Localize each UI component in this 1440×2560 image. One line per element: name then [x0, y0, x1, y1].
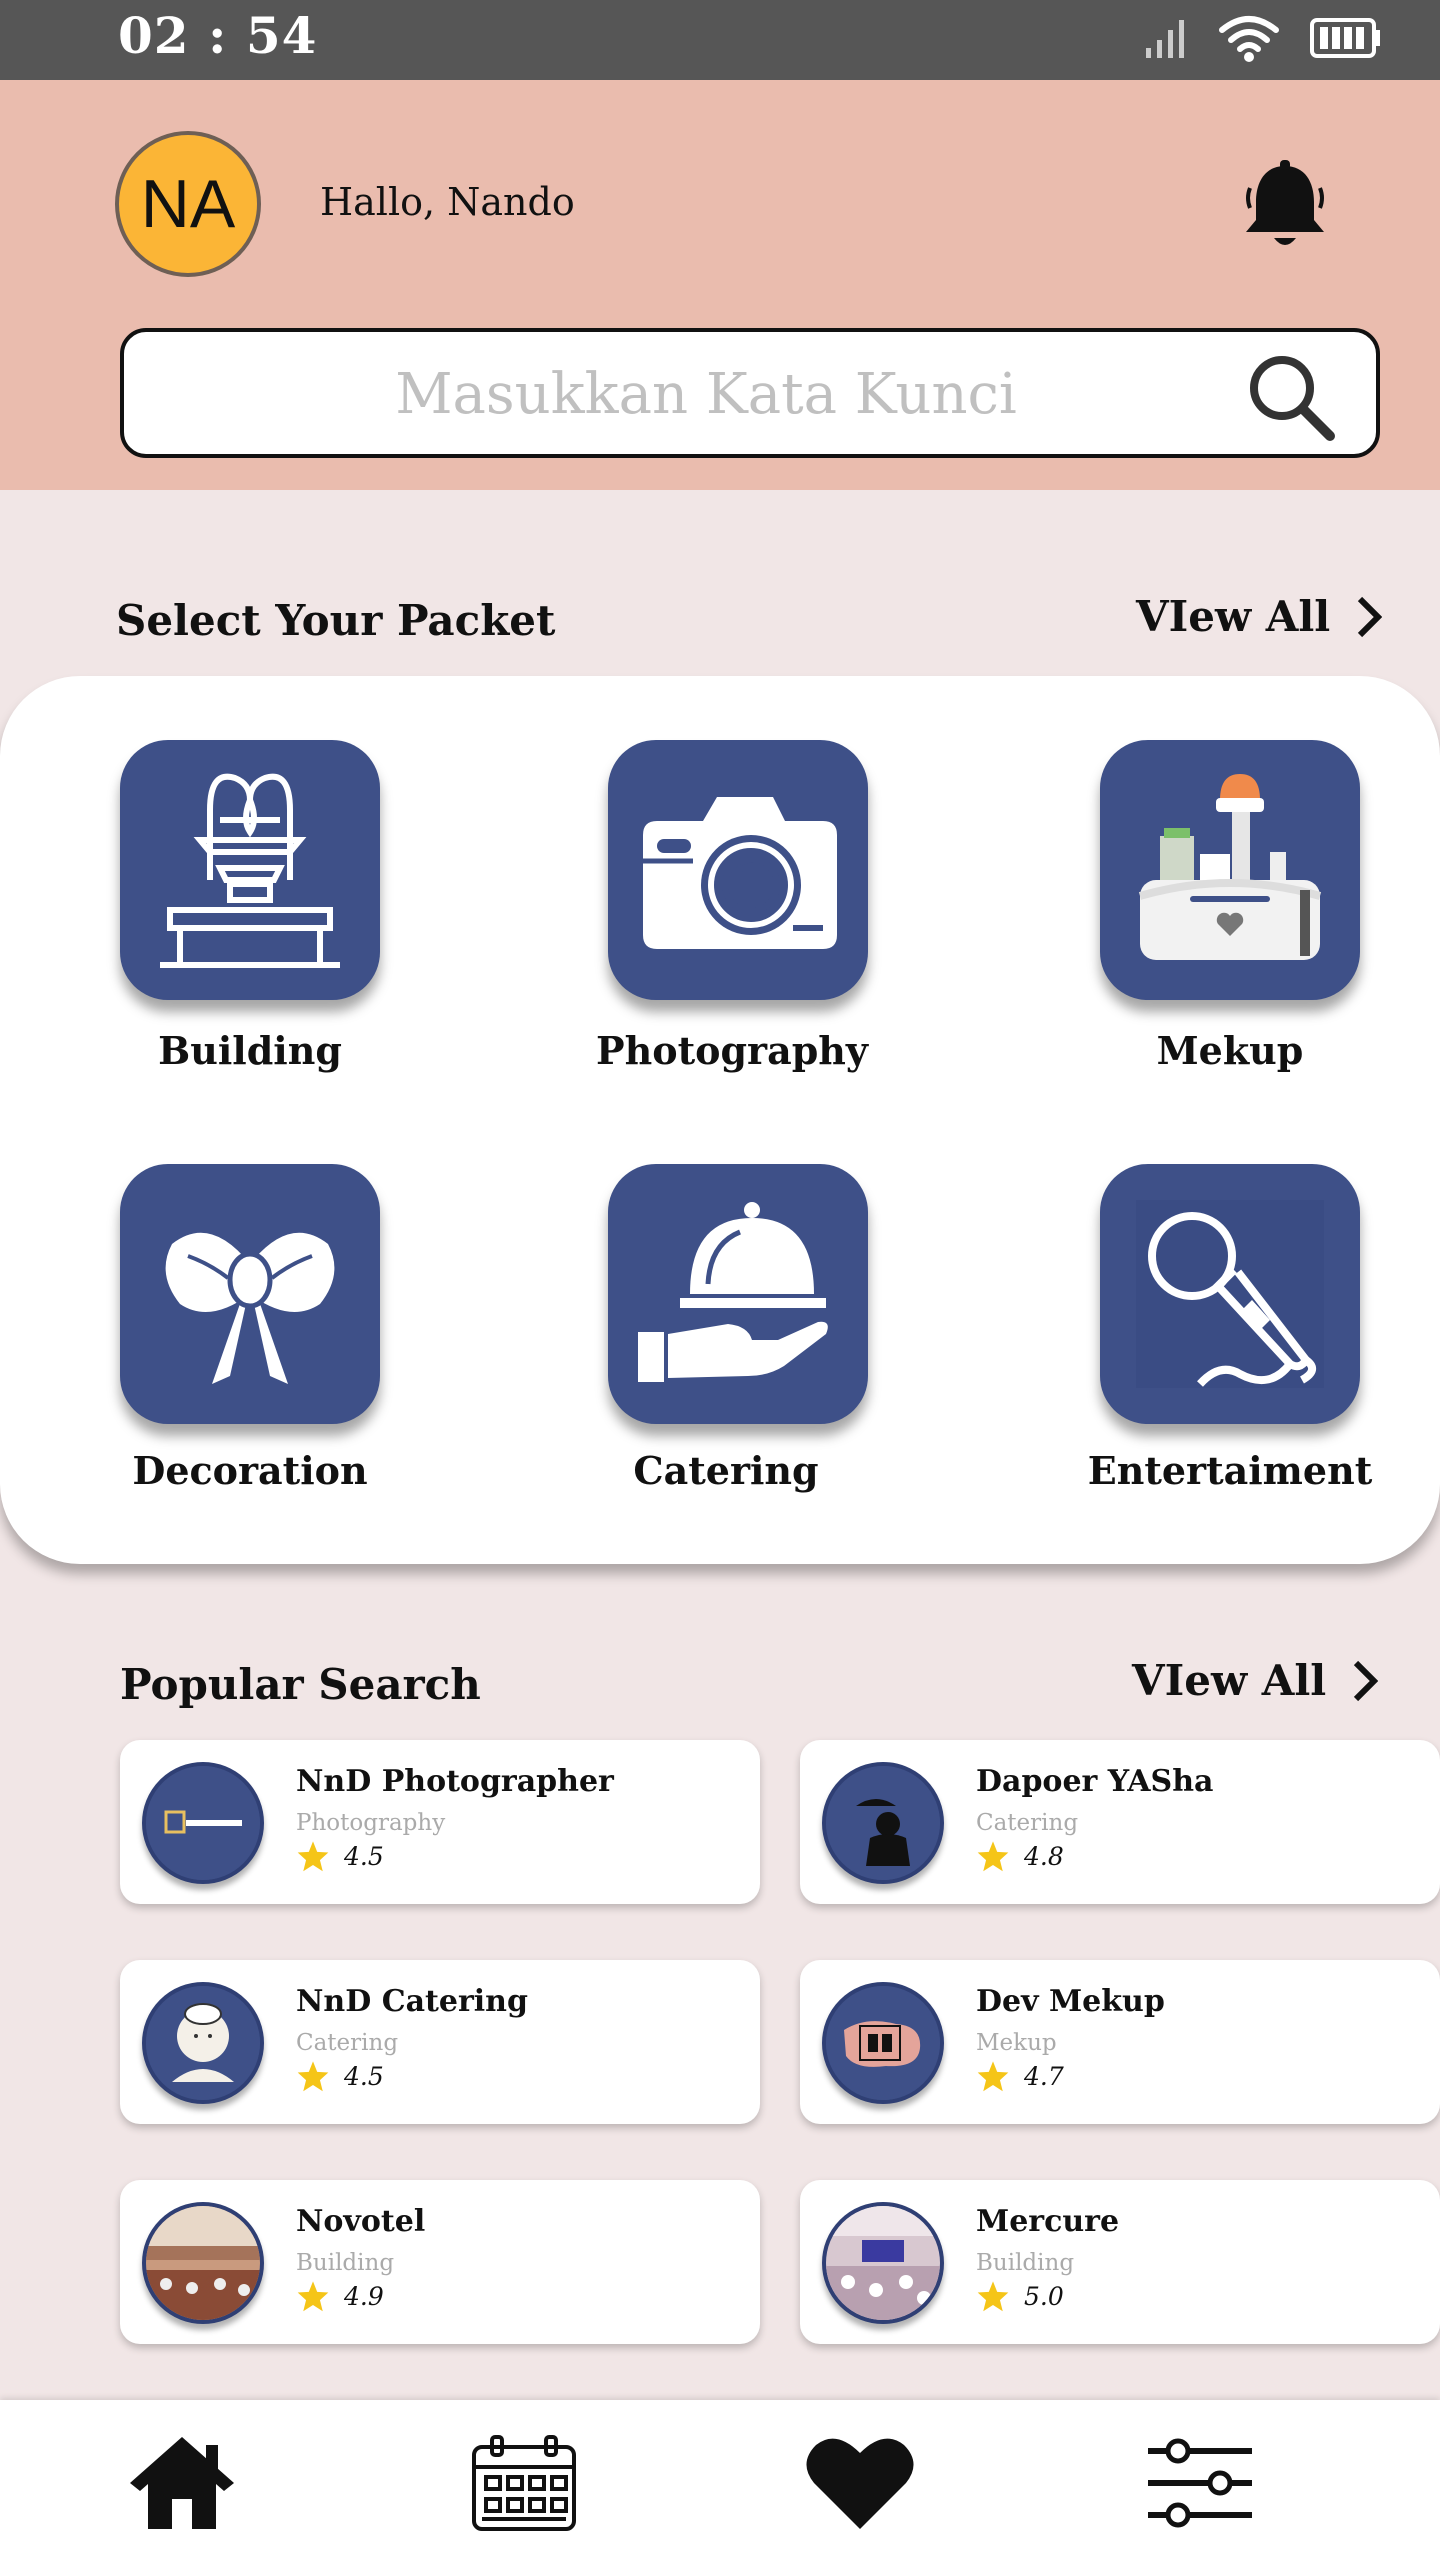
rating-value: 4.9 — [344, 2281, 384, 2311]
packets-view-all-link[interactable]: VIew All — [1136, 592, 1383, 641]
notification-bell-icon[interactable] — [1238, 158, 1332, 254]
vendor-name: Mercure — [976, 2204, 1120, 2239]
packet-entertaiment-button[interactable] — [1100, 1164, 1360, 1424]
nav-home-button[interactable] — [122, 2428, 242, 2538]
avatar[interactable]: NA — [115, 131, 261, 277]
rating-value: 4.7 — [1024, 2061, 1064, 2091]
serving-cloche-icon — [638, 1202, 828, 1382]
view-all-label: VIew All — [1132, 1656, 1327, 1705]
packets-section-title: Select Your Packet — [116, 596, 556, 645]
rating-value: 4.8 — [1024, 1841, 1064, 1871]
star-icon — [977, 1841, 1009, 1872]
nav-calendar-button[interactable] — [464, 2428, 584, 2538]
vendor-rating: 4.9 — [296, 2280, 384, 2312]
chevron-right-icon — [1354, 1660, 1379, 1701]
status-time: 02 : 54 — [118, 6, 318, 65]
camera-icon — [643, 797, 837, 949]
vendor-category: Photography — [296, 1810, 446, 1836]
packet-decoration-button[interactable] — [120, 1164, 380, 1424]
vendor-name: NnD Catering — [296, 1984, 528, 2019]
vendor-thumbnail — [142, 1762, 264, 1884]
popular-section-title: Popular Search — [120, 1660, 481, 1709]
packet-catering-label: Catering — [633, 1448, 819, 1493]
wifi-icon — [1219, 16, 1279, 62]
view-all-label: VIew All — [1136, 592, 1331, 641]
star-icon — [297, 1841, 329, 1872]
rating-value: 5.0 — [1024, 2281, 1064, 2311]
vendor-rating: 5.0 — [976, 2280, 1064, 2312]
packet-mekup-button[interactable] — [1100, 740, 1360, 1000]
settings-sliders-icon — [1148, 2438, 1252, 2528]
packet-photography-button[interactable] — [608, 740, 868, 1000]
status-bar: 02 : 54 — [0, 0, 1440, 80]
packet-catering-button[interactable] — [608, 1164, 868, 1424]
search-bar — [120, 328, 1380, 458]
heart-icon — [806, 2438, 914, 2529]
calendar-icon — [472, 2435, 576, 2531]
rating-value: 4.5 — [344, 2061, 384, 2091]
popular-item-novotel[interactable]: Novotel Building 4.9 — [120, 2180, 760, 2344]
microphone-icon — [1136, 1200, 1324, 1388]
vendor-thumbnail — [142, 1982, 264, 2104]
packet-building-label: Building — [158, 1028, 342, 1073]
vendor-category: Catering — [296, 2030, 399, 2056]
ribbon-bow-icon — [165, 1232, 335, 1384]
packet-building-button[interactable] — [120, 740, 380, 1000]
packet-decoration-label: Decoration — [132, 1448, 368, 1493]
vendor-name: Novotel — [296, 2204, 426, 2239]
star-icon — [977, 2281, 1009, 2312]
vendor-thumbnail — [142, 2202, 264, 2324]
status-icons — [1144, 14, 1382, 62]
packet-entertaiment-label: Entertaiment — [1087, 1448, 1373, 1493]
star-icon — [977, 2061, 1009, 2092]
popular-item-dapoer-yasha[interactable]: Dapoer YASha Catering 4.8 — [800, 1740, 1440, 1904]
vendor-category: Building — [296, 2250, 395, 2276]
popular-item-mercure[interactable]: Mercure Building 5.0 — [800, 2180, 1440, 2344]
vendor-name: Dev Mekup — [976, 1984, 1165, 2019]
vendor-category: Building — [976, 2250, 1075, 2276]
vendor-rating: 4.5 — [296, 2060, 384, 2092]
packet-card: Building Photography Mekup Decoration Ca… — [0, 676, 1440, 1564]
home-icon — [130, 2437, 234, 2529]
popular-item-nnd-photographer[interactable]: NnD Photographer Photography 4.5 — [120, 1740, 760, 1904]
signal-icon — [1146, 20, 1184, 58]
search-icon[interactable] — [1246, 352, 1336, 442]
vendor-thumbnail — [822, 1982, 944, 2104]
greeting-text: Hallo, Nando — [320, 180, 575, 224]
nav-settings-button[interactable] — [1140, 2428, 1260, 2538]
bottom-nav — [0, 2400, 1440, 2560]
battery-icon — [1310, 18, 1380, 58]
popular-item-nnd-catering[interactable]: NnD Catering Catering 4.5 — [120, 1960, 760, 2124]
vendor-thumbnail — [822, 1762, 944, 1884]
vendor-rating: 4.7 — [976, 2060, 1064, 2092]
popular-view-all-link[interactable]: VIew All — [1132, 1656, 1379, 1705]
search-input[interactable] — [164, 332, 1248, 456]
packet-photography-label: Photography — [596, 1028, 868, 1073]
rating-value: 4.5 — [344, 1841, 384, 1871]
nav-favorites-button[interactable] — [800, 2428, 920, 2538]
fountain-icon — [160, 773, 340, 968]
popular-item-dev-mekup[interactable]: Dev Mekup Mekup 4.7 — [800, 1960, 1440, 2124]
vendor-category: Catering — [976, 1810, 1079, 1836]
vendor-name: NnD Photographer — [296, 1764, 614, 1799]
vendor-thumbnail — [822, 2202, 944, 2324]
vendor-rating: 4.5 — [296, 1840, 384, 1872]
vendor-category: Mekup — [976, 2030, 1057, 2056]
star-icon — [297, 2061, 329, 2092]
packet-mekup-label: Mekup — [1156, 1028, 1304, 1073]
vendor-rating: 4.8 — [976, 1840, 1064, 1872]
star-icon — [297, 2281, 329, 2312]
makeup-kit-icon — [1138, 774, 1322, 960]
chevron-right-icon — [1358, 596, 1383, 637]
vendor-name: Dapoer YASha — [976, 1764, 1214, 1799]
